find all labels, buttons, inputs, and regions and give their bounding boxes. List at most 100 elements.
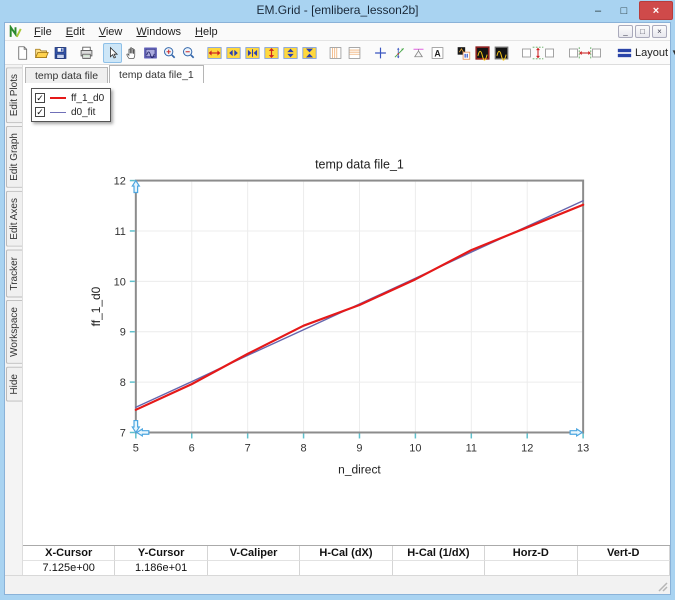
distribute-horizontal-icon[interactable]	[565, 43, 605, 63]
pointer-tool-icon[interactable]	[103, 43, 122, 63]
readout-header: V-Caliper	[208, 546, 300, 561]
mdi-restore-button[interactable]: □	[635, 25, 650, 38]
y-tick-label: 8	[120, 377, 126, 389]
chart-legend[interactable]: ✓ ff_1_d0 ✓ d0_fit	[31, 88, 111, 122]
main-panel: temp data filetemp data file_1 7 8 9 10 11 12…	[23, 65, 670, 575]
mdi-window-buttons: _ □ ×	[618, 25, 667, 38]
open-file-icon[interactable]	[32, 43, 51, 63]
menu-view[interactable]: View	[92, 25, 130, 39]
copy-plot-icon[interactable]	[454, 43, 473, 63]
menu-help[interactable]: Help	[188, 25, 225, 39]
window-title: EM.Grid - [emlibera_lesson2b]	[0, 3, 675, 17]
text-label-icon[interactable]: A	[428, 43, 447, 63]
doc-tab-temp-data-file[interactable]: temp data file	[25, 67, 108, 83]
menu-bar: FileEditViewWindowsHelp _ □ ×	[5, 23, 670, 41]
readout-value-y-cursor: 1.186e+01	[115, 561, 207, 576]
readout-header: Vert-D	[578, 546, 670, 561]
mdi-close-button[interactable]: ×	[652, 25, 667, 38]
sidebar-tab-tracker[interactable]: Tracker	[6, 250, 22, 298]
x-axis-label: n_direct	[338, 462, 381, 476]
readout-value-x-cursor: 7.125e+00	[23, 561, 115, 576]
caliper-tool-icon[interactable]	[409, 43, 428, 63]
save-icon[interactable]	[51, 43, 70, 63]
waveform-black-icon[interactable]	[492, 43, 511, 63]
layout-label: Layout	[635, 47, 668, 59]
mdi-minimize-button[interactable]: _	[618, 25, 633, 38]
x-tick-label: 12	[521, 442, 533, 454]
app-logo-icon	[8, 25, 23, 39]
maximize-button[interactable]: □	[611, 0, 637, 22]
resize-grip-icon[interactable]	[656, 580, 669, 593]
legend-checkbox-ff_1_d0[interactable]: ✓	[35, 93, 45, 103]
doc-tab-temp-data-file_1[interactable]: temp data file_1	[109, 65, 204, 83]
sidebar-tab-hide[interactable]: Hide	[6, 367, 22, 402]
readout-value-horz-d	[485, 561, 577, 576]
compress-y-icon[interactable]	[300, 43, 319, 63]
sidebar-tab-edit-graph[interactable]: Edit Graph	[6, 126, 22, 188]
x-tick-label: 11	[466, 442, 477, 454]
menu-edit[interactable]: Edit	[59, 25, 92, 39]
compress-x-icon[interactable]	[243, 43, 262, 63]
scroll-x-icon[interactable]	[224, 43, 243, 63]
y-tick-label: 11	[114, 226, 125, 238]
sidebar-tab-edit-axes[interactable]: Edit Axes	[6, 191, 22, 247]
x-tick-label: 13	[577, 442, 589, 454]
y-tick-label: 7	[120, 427, 126, 439]
horizontal-stripes-icon[interactable]	[345, 43, 364, 63]
chart-area[interactable]: 7891011125678910111213temp data file_1n_…	[23, 83, 670, 545]
cross-cursor-icon[interactable]	[371, 43, 390, 63]
sidebar-tab-edit-plots[interactable]: Edit Plots	[6, 67, 22, 123]
readout-header: H-Cal (1/dX)	[393, 546, 485, 561]
axis-arrow-down-icon	[132, 421, 139, 433]
waveform-red-icon[interactable]	[473, 43, 492, 63]
x-tick-label: 10	[409, 442, 421, 454]
expand-x-icon[interactable]	[205, 43, 224, 63]
scroll-y-icon[interactable]	[281, 43, 300, 63]
y-tick-label: 10	[114, 276, 126, 288]
axis-arrow-left-icon	[137, 429, 149, 436]
app-window: EM.Grid - [emlibera_lesson2b] – □ × File…	[0, 0, 675, 600]
vertical-stripes-icon[interactable]	[326, 43, 345, 63]
readout-value-h-cal-dx-	[300, 561, 392, 576]
x-tick-label: 9	[356, 442, 362, 454]
layout-dropdown[interactable]: Layout▼	[612, 43, 675, 63]
readout-header-row: X-CursorY-CursorV-CaliperH-Cal (dX)H-Cal…	[23, 546, 670, 561]
zoom-region-icon[interactable]	[141, 43, 160, 63]
y-tick-label: 12	[114, 176, 126, 188]
print-icon[interactable]	[77, 43, 96, 63]
distribute-vertical-icon[interactable]	[518, 43, 558, 63]
status-bar	[5, 575, 670, 594]
x-tick-label: 6	[189, 442, 195, 454]
readout-value-v-caliper	[208, 561, 300, 576]
zoom-out-icon[interactable]	[179, 43, 198, 63]
legend-item-ff_1_d0: ✓ ff_1_d0	[35, 91, 104, 105]
legend-checkbox-d0_fit[interactable]: ✓	[35, 107, 45, 117]
readout-header: H-Cal (dX)	[300, 546, 392, 561]
line-chart[interactable]: 7891011125678910111213temp data file_1n_…	[23, 83, 670, 545]
menu-windows[interactable]: Windows	[129, 25, 188, 39]
new-file-icon[interactable]	[13, 43, 32, 63]
legend-label: ff_1_d0	[71, 93, 104, 104]
y-axis-label: ff_1_d0	[89, 286, 103, 326]
app-frame: FileEditViewWindowsHelp _ □ × ALayout▼ E…	[4, 22, 671, 595]
minimize-button[interactable]: –	[585, 0, 611, 22]
sidebar-tab-workspace[interactable]: Workspace	[6, 300, 22, 364]
x-tick-label: 5	[133, 442, 139, 454]
cursor-readout-table: X-CursorY-CursorV-CaliperH-Cal (dX)H-Cal…	[23, 545, 670, 575]
legend-line-swatch	[50, 97, 66, 99]
readout-value-row: 7.125e+001.186e+01	[23, 561, 670, 576]
x-tick-label: 7	[245, 442, 251, 454]
layout-icon	[617, 46, 632, 60]
zoom-in-icon[interactable]	[160, 43, 179, 63]
expand-y-icon[interactable]	[262, 43, 281, 63]
readout-header: Y-Cursor	[115, 546, 207, 561]
y-tick-label: 9	[120, 327, 126, 339]
svg-text:A: A	[434, 48, 441, 58]
axes-tool-icon[interactable]	[390, 43, 409, 63]
close-button[interactable]: ×	[639, 1, 673, 20]
sidebar-tab-strip: Edit Plots Edit Graph Edit Axes Tracker Work…	[5, 65, 23, 575]
pan-tool-icon[interactable]	[122, 43, 141, 63]
menu-bar-items: FileEditViewWindowsHelp	[27, 25, 225, 39]
menu-file[interactable]: File	[27, 25, 59, 39]
legend-label: d0_fit	[71, 107, 95, 118]
